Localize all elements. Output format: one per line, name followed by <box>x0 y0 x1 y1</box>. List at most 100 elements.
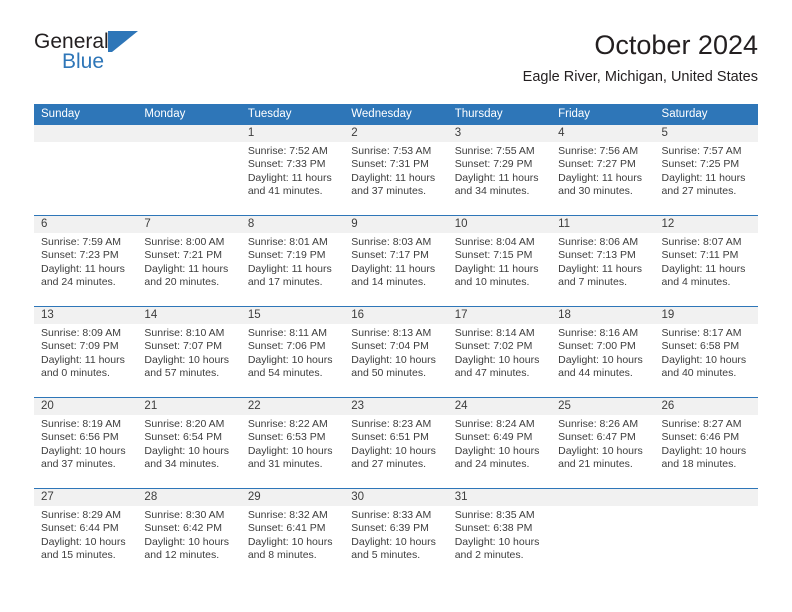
day-cell[interactable]: 16 Sunrise: 8:13 AM Sunset: 7:04 PM Dayligh… <box>344 307 448 397</box>
sunset-text: Sunset: 6:54 PM <box>144 431 223 444</box>
day-number: 17 <box>447 307 552 324</box>
sunrise-text: Sunrise: 8:30 AM <box>144 509 225 521</box>
day-cell[interactable]: 21 Sunrise: 8:20 AM Sunset: 6:54 PM Dayligh… <box>137 398 241 488</box>
sunset-text: Sunset: 7:23 PM <box>41 249 119 262</box>
day-details: Sunrise: 8:07 AM Sunset: 7:11 PM Daylight:… <box>655 233 758 289</box>
day-cell[interactable]: 20 Sunrise: 8:19 AM Sunset: 6:56 PM Dayligh… <box>34 398 138 488</box>
day-details: Sunrise: 7:53 AM Sunset: 7:31 PM Daylight:… <box>344 142 447 198</box>
sunrise-text: Sunrise: 7:53 AM <box>351 145 432 157</box>
weekday-header-saturday: Saturday <box>661 108 708 120</box>
sunset-text: Sunset: 7:04 PM <box>351 340 429 353</box>
sunrise-text: Sunrise: 8:33 AM <box>351 509 432 521</box>
title-block: October 2024 Eagle River, Michigan, Unit… <box>523 28 758 87</box>
day-cell[interactable]: 22 Sunrise: 8:22 AM Sunset: 6:53 PM Dayligh… <box>240 398 345 488</box>
day-number: 2 <box>344 125 448 142</box>
day-cell[interactable]: 25 Sunrise: 8:26 AM Sunset: 6:47 PM Dayligh… <box>551 398 655 488</box>
sunset-text: Sunset: 7:13 PM <box>558 249 636 262</box>
day-cell[interactable]: 15 Sunrise: 8:11 AM Sunset: 7:06 PM Dayligh… <box>240 307 345 397</box>
day-cell[interactable]: 5 Sunrise: 7:57 AM Sunset: 7:25 PM Daylight… <box>654 125 758 215</box>
day-cell[interactable]: 17 Sunrise: 8:14 AM Sunset: 7:02 PM Dayligh… <box>447 307 552 397</box>
day-cell-empty <box>551 489 655 579</box>
sunrise-text: Sunrise: 8:09 AM <box>41 327 121 339</box>
day-cell[interactable]: 23 Sunrise: 8:23 AM Sunset: 6:51 PM Dayligh… <box>344 398 448 488</box>
day-cell[interactable]: 2 Sunrise: 7:53 AM Sunset: 7:31 PM Daylight… <box>344 125 448 215</box>
day-cell[interactable]: 1 Sunrise: 7:52 AM Sunset: 7:33 PM Daylight… <box>240 125 345 215</box>
day-details: Sunrise: 8:09 AM Sunset: 7:09 PM Daylight:… <box>34 324 137 380</box>
sunrise-text: Sunrise: 8:10 AM <box>144 327 225 339</box>
sunrise-text: Sunrise: 8:26 AM <box>558 418 639 430</box>
day-cell[interactable]: 8 Sunrise: 8:01 AM Sunset: 7:19 PM Daylight… <box>240 216 345 306</box>
daylight-text: Daylight: 11 hours and 10 minutes. <box>454 262 539 288</box>
page-title: October 2024 <box>594 30 758 60</box>
daylight-text: Daylight: 11 hours and 14 minutes. <box>351 262 436 288</box>
calendar-week-row: 6 Sunrise: 7:59 AM Sunset: 7:23 PM Daylight… <box>34 215 758 306</box>
sunrise-text: Sunrise: 8:32 AM <box>247 509 328 521</box>
day-cell[interactable]: 24 Sunrise: 8:24 AM Sunset: 6:49 PM Dayligh… <box>447 398 552 488</box>
daylight-text: Daylight: 10 hours and 5 minutes. <box>351 535 436 561</box>
day-cell[interactable]: 13 Sunrise: 8:09 AM Sunset: 7:09 PM Dayligh… <box>34 307 138 397</box>
day-cell[interactable]: 31 Sunrise: 8:35 AM Sunset: 6:38 PM Dayligh… <box>447 489 552 579</box>
day-details: Sunrise: 8:23 AM Sunset: 6:51 PM Daylight:… <box>344 415 447 471</box>
day-cell[interactable]: 30 Sunrise: 8:33 AM Sunset: 6:39 PM Dayligh… <box>344 489 448 579</box>
daylight-text: Daylight: 11 hours and 37 minutes. <box>351 171 436 197</box>
day-number: 31 <box>447 489 552 506</box>
weekday-header-monday: Monday <box>144 108 186 120</box>
day-number <box>34 125 138 142</box>
day-cell[interactable]: 7 Sunrise: 8:00 AM Sunset: 7:21 PM Daylight… <box>137 216 241 306</box>
day-cell[interactable]: 11 Sunrise: 8:06 AM Sunset: 7:13 PM Dayligh… <box>551 216 655 306</box>
sunrise-text: Sunrise: 8:20 AM <box>144 418 225 430</box>
sunrise-text: Sunrise: 7:52 AM <box>247 145 328 157</box>
daylight-text: Daylight: 10 hours and 47 minutes. <box>454 353 540 379</box>
day-cell[interactable]: 3 Sunrise: 7:55 AM Sunset: 7:29 PM Daylight… <box>447 125 552 215</box>
calendar-page: General Blue October 2024 Eagle River, M… <box>0 0 792 612</box>
day-details: Sunrise: 8:03 AM Sunset: 7:17 PM Daylight:… <box>344 233 447 289</box>
day-cell[interactable]: 27 Sunrise: 8:29 AM Sunset: 6:44 PM Dayligh… <box>34 489 138 579</box>
day-cell[interactable]: 10 Sunrise: 8:04 AM Sunset: 7:15 PM Dayligh… <box>447 216 552 306</box>
day-cell[interactable]: 19 Sunrise: 8:17 AM Sunset: 6:58 PM Dayligh… <box>654 307 758 397</box>
sunrise-text: Sunrise: 8:07 AM <box>661 236 742 248</box>
calendar-week-row: 27 Sunrise: 8:29 AM Sunset: 6:44 PM Dayligh… <box>34 488 758 579</box>
day-cell[interactable]: 26 Sunrise: 8:27 AM Sunset: 6:46 PM Dayligh… <box>654 398 758 488</box>
weekday-header-thursday: Thursday <box>454 108 503 120</box>
day-cell[interactable]: 28 Sunrise: 8:30 AM Sunset: 6:42 PM Dayligh… <box>137 489 241 579</box>
day-details: Sunrise: 8:32 AM Sunset: 6:41 PM Daylight:… <box>241 506 344 562</box>
day-number: 29 <box>240 489 345 506</box>
sunrise-text: Sunrise: 8:27 AM <box>661 418 742 430</box>
daylight-text: Daylight: 11 hours and 20 minutes. <box>144 262 229 288</box>
day-cell[interactable]: 4 Sunrise: 7:56 AM Sunset: 7:27 PM Daylight… <box>551 125 655 215</box>
day-cell[interactable]: 14 Sunrise: 8:10 AM Sunset: 7:07 PM Dayligh… <box>137 307 241 397</box>
calendar-week-row: 20 Sunrise: 8:19 AM Sunset: 6:56 PM Dayligh… <box>34 397 758 488</box>
sunset-text: Sunset: 7:02 PM <box>454 340 533 353</box>
daylight-text: Daylight: 10 hours and 40 minutes. <box>661 353 747 379</box>
day-number: 18 <box>551 307 655 324</box>
day-number: 4 <box>551 125 655 142</box>
day-cell[interactable]: 12 Sunrise: 8:07 AM Sunset: 7:11 PM Dayligh… <box>654 216 758 306</box>
general-blue-logo[interactable]: General Blue <box>34 30 254 90</box>
daylight-text: Daylight: 10 hours and 37 minutes. <box>41 444 126 470</box>
day-number: 24 <box>447 398 552 415</box>
sunset-text: Sunset: 7:33 PM <box>247 158 326 171</box>
sunrise-text: Sunrise: 8:00 AM <box>144 236 225 248</box>
sunrise-text: Sunrise: 8:13 AM <box>351 327 432 339</box>
day-cell[interactable]: 29 Sunrise: 8:32 AM Sunset: 6:41 PM Dayligh… <box>240 489 345 579</box>
sunrise-text: Sunrise: 8:22 AM <box>247 418 328 430</box>
sunrise-text: Sunrise: 7:57 AM <box>661 145 742 157</box>
daylight-text: Daylight: 11 hours and 27 minutes. <box>661 171 746 197</box>
daylight-text: Daylight: 11 hours and 41 minutes. <box>247 171 332 197</box>
day-number: 13 <box>34 307 138 324</box>
sunrise-text: Sunrise: 8:04 AM <box>454 236 535 248</box>
day-details: Sunrise: 8:14 AM Sunset: 7:02 PM Daylight:… <box>448 324 551 380</box>
daylight-text: Daylight: 10 hours and 21 minutes. <box>558 444 643 470</box>
daylight-text: Daylight: 10 hours and 2 minutes. <box>454 535 540 561</box>
day-cell[interactable]: 18 Sunrise: 8:16 AM Sunset: 7:00 PM Dayligh… <box>551 307 655 397</box>
daylight-text: Daylight: 10 hours and 50 minutes. <box>351 353 436 379</box>
day-details: Sunrise: 8:33 AM Sunset: 6:39 PM Daylight:… <box>344 506 447 562</box>
sunset-text: Sunset: 7:25 PM <box>661 158 740 171</box>
day-details: Sunrise: 8:17 AM Sunset: 6:58 PM Daylight:… <box>655 324 758 380</box>
daylight-text: Daylight: 11 hours and 7 minutes. <box>558 262 642 288</box>
day-cell[interactable]: 6 Sunrise: 7:59 AM Sunset: 7:23 PM Daylight… <box>34 216 138 306</box>
daylight-text: Daylight: 10 hours and 24 minutes. <box>454 444 540 470</box>
sunrise-text: Sunrise: 8:03 AM <box>351 236 432 248</box>
day-cell[interactable]: 9 Sunrise: 8:03 AM Sunset: 7:17 PM Daylight… <box>344 216 448 306</box>
daylight-text: Daylight: 10 hours and 34 minutes. <box>144 444 230 470</box>
